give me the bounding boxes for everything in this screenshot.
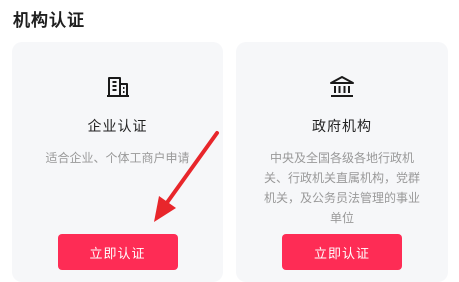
card-enterprise: 企业认证 适合企业、个体工商户申请 立即认证: [12, 42, 223, 282]
card-description: 适合企业、个体工商户申请: [45, 151, 190, 165]
enterprise-certify-button[interactable]: 立即认证: [57, 234, 178, 270]
government-certify-button[interactable]: 立即认证: [282, 234, 402, 270]
page-title: 机构认证: [13, 11, 85, 31]
card-title: 企业认证: [87, 119, 148, 135]
building-icon: [105, 74, 131, 100]
card-government: 政府机构 中央及全国各级各地行政机关、行政机关直属机构，党群机关，及公务员法管理…: [236, 42, 448, 282]
card-description: 中央及全国各级各地行政机关、行政机关直属机构，党群机关，及公务员法管理的事业单位: [264, 151, 421, 225]
card-title: 政府机构: [312, 119, 372, 135]
government-building-icon: [329, 74, 355, 100]
